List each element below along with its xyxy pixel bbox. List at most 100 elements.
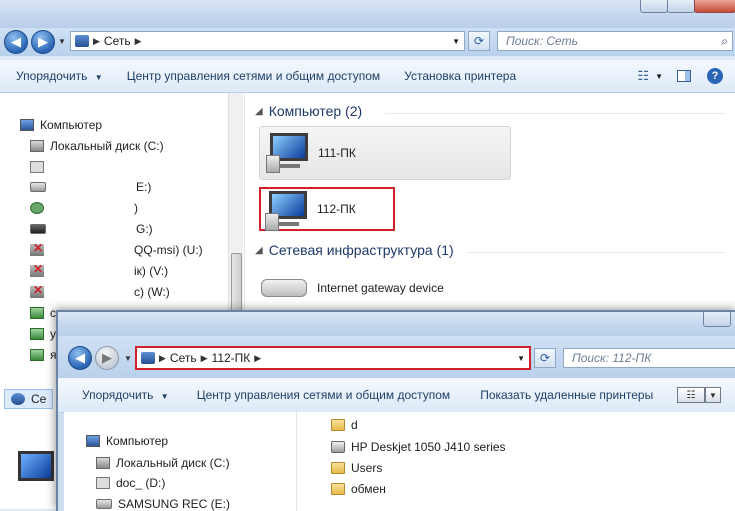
sidebar-item-drive[interactable] <box>30 161 50 173</box>
show-remote-printers-button[interactable]: Показать удаленные принтеры <box>462 388 665 402</box>
drive-icon <box>96 477 110 489</box>
sidebar-item-network-drive[interactable]: y <box>30 327 56 341</box>
help-icon[interactable]: ? <box>707 68 723 84</box>
windows-drive-icon <box>30 140 44 152</box>
computer-icon <box>20 119 34 131</box>
address-dropdown-icon[interactable]: ▼ <box>517 354 525 363</box>
search-icon: ⌕ <box>721 33 728 48</box>
network-center-button[interactable]: Центр управления сетями и общим доступом <box>115 69 393 83</box>
group-header-infrastructure[interactable]: ◢ Сетевая инфраструктура (1) <box>255 242 454 258</box>
shared-folder-icon <box>331 483 345 495</box>
computer-icon <box>266 133 312 173</box>
refresh-button[interactable]: ⟳ <box>534 348 556 368</box>
search-placeholder: Поиск: 112-ПК <box>572 351 652 365</box>
computer-tile[interactable]: 111-ПК <box>259 126 511 180</box>
share-name: обмен <box>351 482 386 496</box>
sidebar-item-network-drive[interactable]: ✕ c) (W:) <box>30 283 170 299</box>
breadcrumb-computer[interactable]: 112-ПК <box>212 351 251 365</box>
sidebar-item-drive[interactable]: G:) <box>30 222 153 236</box>
preview-pane-icon[interactable] <box>677 70 691 82</box>
sidebar-item-network-drive[interactable]: ✕ QQ-msi) (U:) <box>30 241 203 257</box>
back-search-box[interactable]: Поиск: Сеть ⌕ <box>497 31 733 51</box>
scrollbar-thumb[interactable] <box>231 253 242 315</box>
share-item[interactable]: Users <box>331 461 382 475</box>
group-header-computers[interactable]: ◢ Компьютер (2) <box>255 103 362 119</box>
computer-icon <box>86 435 100 447</box>
disconnected-network-drive-icon: ✕ <box>30 283 44 298</box>
drive-icon <box>96 499 112 509</box>
sidebar-item-network-drive[interactable]: c <box>30 306 56 320</box>
windows-drive-icon <box>96 457 110 469</box>
back-command-bar: Упорядочить ▼ Центр управления сетями и … <box>0 60 735 93</box>
arrow-left-icon: ◀ <box>11 34 21 49</box>
front-window: ◀ ▶ ▼ ▶ Сеть ▶ 112-ПК ▶ ▼ ⟳ Поиск: 112-П… <box>56 310 735 511</box>
arrow-left-icon: ◀ <box>75 350 85 365</box>
sidebar-item-network[interactable]: Се <box>4 389 54 409</box>
organize-button[interactable]: Упорядочить ▼ <box>0 69 115 83</box>
view-options-icon: ☷ <box>686 389 696 401</box>
back-nav-row: ◀ ▶ ▼ ▶ Сеть ▶ ▼ ⟳ Поиск: Сеть ⌕ <box>0 28 735 56</box>
view-options-button[interactable]: ☷ <box>677 387 705 403</box>
view-dropdown-button[interactable]: ▼ <box>705 387 721 403</box>
network-drive-icon <box>30 349 44 361</box>
front-content: d HP Deskjet 1050 J410 series Users обме… <box>297 412 735 511</box>
share-item[interactable]: d <box>331 418 358 432</box>
recent-pages-chevron-icon[interactable]: ▼ <box>58 37 66 46</box>
network-drive-icon <box>30 328 44 340</box>
search-placeholder: Поиск: Сеть <box>506 34 578 48</box>
sidebar-item-label: Локальный диск (C:) <box>116 456 230 470</box>
router-icon <box>261 279 307 297</box>
back-button[interactable]: ◀ <box>4 30 28 54</box>
install-printer-button[interactable]: Установка принтера <box>392 69 528 83</box>
recent-pages-chevron-icon[interactable]: ▼ <box>124 354 132 363</box>
front-search-box[interactable]: Поиск: 112-ПК <box>563 348 735 368</box>
breadcrumb-separator-icon: ▶ <box>200 352 208 363</box>
computer-icon <box>265 191 311 231</box>
network-drive-icon <box>30 307 44 319</box>
close-button[interactable] <box>694 0 735 13</box>
network-center-button[interactable]: Центр управления сетями и общим доступом <box>181 388 463 402</box>
front-title-bar <box>58 312 735 336</box>
share-name: d <box>351 418 358 432</box>
chevron-down-icon[interactable]: ▼ <box>655 72 663 81</box>
minimize-button[interactable] <box>640 0 668 13</box>
share-name: Users <box>351 461 383 475</box>
details-computer-icon <box>18 451 54 481</box>
back-address-bar[interactable]: ▶ Сеть ▶ ▼ <box>70 31 465 51</box>
forward-button[interactable]: ▶ <box>95 346 119 370</box>
sidebar-item-label: G:) <box>136 222 153 236</box>
sidebar-item-computer[interactable]: Компьютер <box>86 434 168 448</box>
organize-button[interactable]: Упорядочить ▼ <box>58 388 181 402</box>
sidebar-item-label: Локальный диск (C:) <box>50 139 164 153</box>
sidebar-item-network-drive[interactable]: я <box>30 348 57 362</box>
shared-folder-icon <box>331 419 345 431</box>
sidebar-item-drive[interactable]: Локальный диск (C:) <box>96 456 230 470</box>
sidebar-item-network-drive[interactable]: ✕ iк) (V:) <box>30 262 168 278</box>
back-button[interactable]: ◀ <box>68 346 92 370</box>
share-item[interactable]: обмен <box>331 482 386 496</box>
computer-tile[interactable]: 112-ПК <box>259 187 395 231</box>
maximize-button[interactable] <box>667 0 695 13</box>
sidebar-item-computer[interactable]: Компьютер <box>20 118 102 132</box>
forward-button[interactable]: ▶ <box>31 30 55 54</box>
gateway-item[interactable]: Internet gateway device <box>261 279 444 297</box>
sidebar-item-drive[interactable]: Локальный диск (C:) <box>30 139 164 153</box>
front-address-bar[interactable]: ▶ Сеть ▶ 112-ПК ▶ ▼ <box>135 346 531 370</box>
chevron-down-icon: ▼ <box>160 392 169 401</box>
sidebar-item-drive[interactable]: E:) <box>30 180 151 194</box>
sidebar-item-label: c) (W:) <box>134 285 170 299</box>
sidebar-item-drive[interactable]: ) <box>30 201 138 215</box>
network-icon <box>75 35 89 47</box>
breadcrumb-separator-icon: ▶ <box>159 352 166 363</box>
minimize-button[interactable] <box>703 312 731 327</box>
breadcrumb-separator-icon: ▶ <box>93 35 100 46</box>
address-dropdown-icon[interactable]: ▼ <box>452 37 460 46</box>
breadcrumb-network[interactable]: Сеть <box>104 34 131 48</box>
sidebar-item-drive[interactable]: doc_ (D:) <box>96 476 165 490</box>
disconnected-network-drive-icon: ✕ <box>30 241 44 256</box>
breadcrumb-network[interactable]: Сеть <box>170 351 197 365</box>
refresh-button[interactable]: ⟳ <box>468 31 490 51</box>
view-options-icon[interactable]: ☷ <box>637 68 649 84</box>
sidebar-item-label: doc_ (D:) <box>116 476 166 490</box>
share-item[interactable]: HP Deskjet 1050 J410 series <box>331 440 506 454</box>
